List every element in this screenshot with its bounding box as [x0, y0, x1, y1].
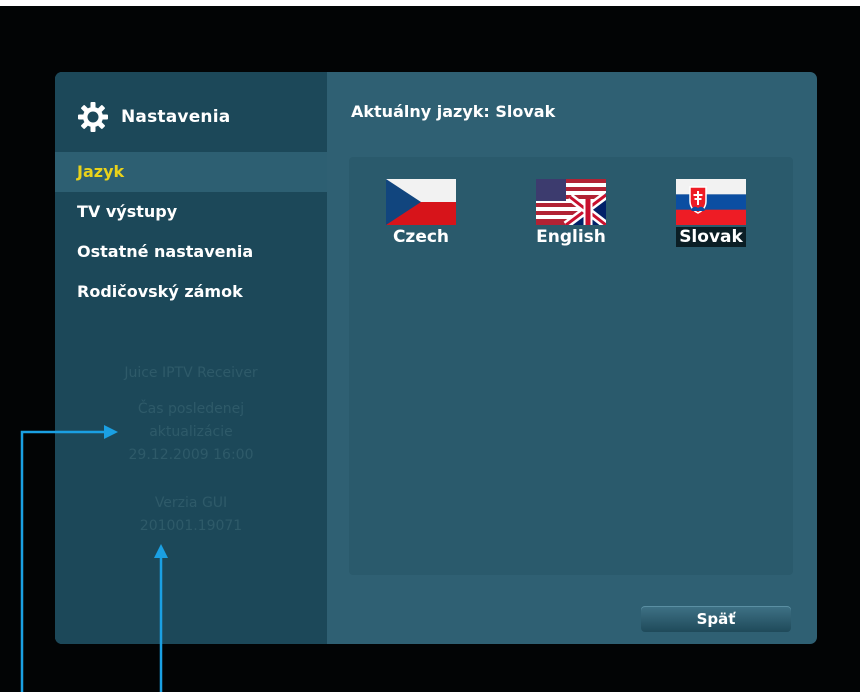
annotation-arrows: [20, 425, 168, 692]
arrow-head-up: [154, 544, 168, 558]
arrow-head-right: [104, 425, 118, 439]
arrow-to-update-info: [20, 430, 106, 692]
